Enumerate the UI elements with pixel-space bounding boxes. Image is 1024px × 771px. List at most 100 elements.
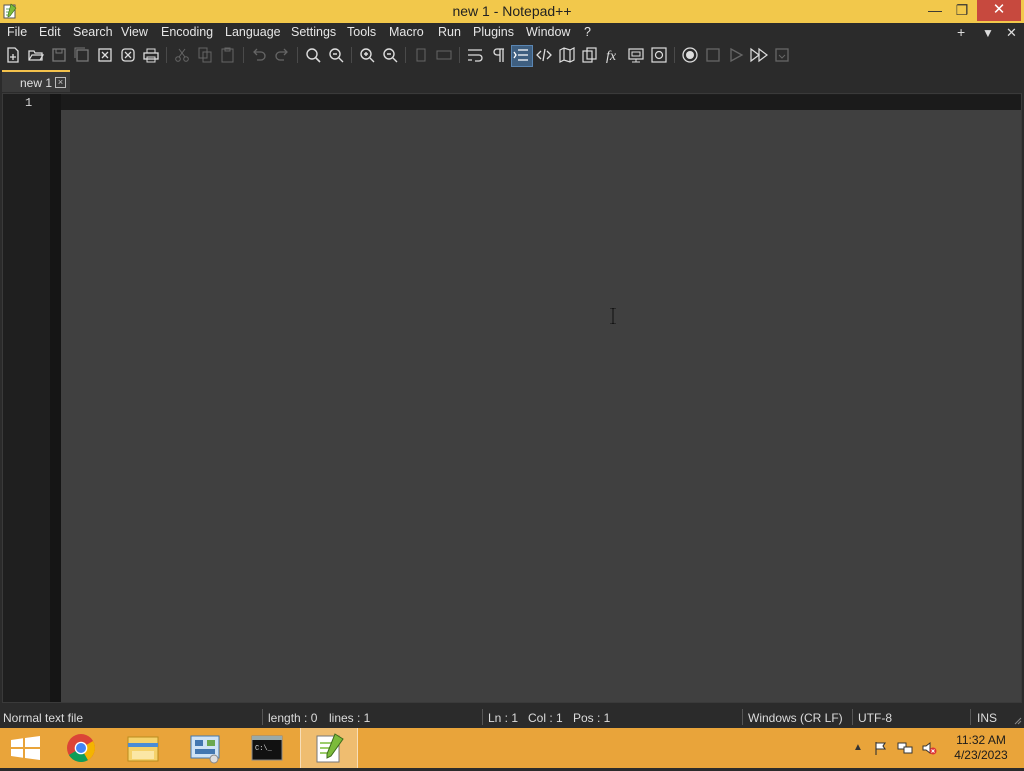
chrome-icon[interactable] (52, 728, 110, 768)
status-length: length : 0 (268, 711, 318, 725)
find-icon[interactable] (304, 46, 322, 64)
status-insert-mode[interactable]: INS (977, 711, 997, 725)
notepad-plus-plus-icon[interactable] (300, 728, 358, 768)
close-document-button[interactable]: ✕ (1006, 25, 1017, 41)
toolbar-separator (405, 47, 406, 63)
cut-icon[interactable] (173, 46, 191, 64)
menu-tools[interactable]: Tools (347, 25, 376, 39)
document-map-icon[interactable] (558, 46, 576, 64)
save-icon[interactable] (50, 46, 68, 64)
monitoring-icon[interactable] (650, 46, 668, 64)
status-lines: lines : 1 (329, 711, 371, 725)
menu-file[interactable]: File (7, 25, 27, 39)
menu-run[interactable]: Run (438, 25, 461, 39)
menu-view[interactable]: View (121, 25, 148, 39)
tab-new-1[interactable]: new 1 × (2, 70, 70, 92)
run-macro-multiple-icon[interactable] (750, 46, 768, 64)
status-position: Pos : 1 (573, 711, 611, 725)
tab-label: new 1 (20, 76, 53, 90)
show-all-characters-icon[interactable] (489, 46, 507, 64)
print-icon[interactable] (142, 46, 160, 64)
code-tag-icon[interactable] (535, 46, 553, 64)
toolbar-separator (351, 47, 352, 63)
close-icon[interactable] (96, 46, 114, 64)
control-panel-icon[interactable] (176, 728, 234, 768)
status-encoding[interactable]: UTF-8 (858, 711, 892, 725)
folder-as-workspace-icon[interactable] (627, 46, 645, 64)
clock[interactable]: 11:32 AM 4/23/2023 (950, 733, 1012, 763)
current-line-highlight[interactable] (61, 95, 1021, 111)
network-icon[interactable] (897, 740, 913, 756)
status-line: Ln : 1 (488, 711, 519, 725)
zoom-in-icon[interactable] (358, 46, 376, 64)
function-list-icon[interactable]: fx (604, 46, 622, 64)
status-column: Col : 1 (528, 711, 563, 725)
menu-window[interactable]: Window (526, 25, 570, 39)
play-macro-icon[interactable] (727, 46, 745, 64)
show-hidden-icons-icon[interactable]: ▲ (850, 740, 866, 756)
menu-language[interactable]: Language (225, 25, 281, 39)
paste-icon[interactable] (219, 46, 237, 64)
menu-settings[interactable]: Settings (291, 25, 336, 39)
toolbar-separator (674, 47, 675, 63)
svg-text:fx: fx (606, 49, 617, 64)
copy-icon[interactable] (196, 46, 214, 64)
volume-muted-icon[interactable] (921, 740, 937, 756)
new-file-icon[interactable] (4, 46, 22, 64)
file-explorer-icon[interactable] (114, 728, 172, 768)
save-all-icon[interactable] (73, 46, 91, 64)
sync-horizontal-icon[interactable] (435, 46, 453, 64)
toolbar-separator (459, 47, 460, 63)
status-divider (482, 709, 483, 725)
sync-vertical-icon[interactable] (412, 46, 430, 64)
toolbar: fx (0, 43, 1024, 67)
status-divider (262, 709, 263, 725)
menu-encoding[interactable]: Encoding (161, 25, 213, 39)
redo-icon[interactable] (273, 46, 291, 64)
indent-guide-icon[interactable] (511, 45, 533, 67)
action-center-flag-icon[interactable] (873, 740, 889, 756)
record-macro-icon[interactable] (681, 46, 699, 64)
save-macro-icon[interactable] (773, 46, 791, 64)
minimize-button[interactable]: — (921, 0, 949, 21)
toolbar-separator (297, 47, 298, 63)
status-divider (970, 709, 971, 725)
status-bar: Normal text file length : 0 lines : 1 Ln… (0, 706, 1024, 728)
editor: 1 (2, 93, 1022, 703)
tab-close-icon[interactable]: × (55, 77, 66, 88)
menu-macro[interactable]: Macro (389, 25, 424, 39)
svg-text:C:\_: C:\_ (255, 745, 273, 753)
command-prompt-icon[interactable]: C:\_ (238, 728, 296, 768)
clone-icon[interactable] (581, 46, 599, 64)
status-divider (852, 709, 853, 725)
toolbar-separator (166, 47, 167, 63)
resize-grip-icon[interactable] (1012, 714, 1022, 728)
restore-button[interactable]: ❐ (949, 0, 975, 21)
zoom-out-icon[interactable] (381, 46, 399, 64)
word-wrap-icon[interactable] (466, 46, 484, 64)
add-tab-button[interactable]: + (957, 24, 965, 40)
fold-margin[interactable] (50, 94, 61, 702)
clock-time: 11:32 AM (956, 733, 1006, 747)
replace-icon[interactable] (327, 46, 345, 64)
tab-bar: new 1 × (0, 69, 1024, 93)
line-number: 1 (25, 96, 33, 110)
close-button[interactable]: ✕ (977, 0, 1021, 21)
undo-icon[interactable] (250, 46, 268, 64)
menu-plugins[interactable]: Plugins (473, 25, 514, 39)
status-divider (742, 709, 743, 725)
text-cursor-icon (610, 307, 616, 325)
menu-bar: File Edit Search View Encoding Language … (0, 23, 1024, 43)
taskbar: C:\_ ▲ 11:32 AM 4/23/2023 (0, 728, 1024, 768)
menu-search[interactable]: Search (73, 25, 113, 39)
close-all-icon[interactable] (119, 46, 137, 64)
open-file-icon[interactable] (27, 46, 45, 64)
text-editing-area[interactable] (61, 110, 1021, 702)
tab-list-dropdown-button[interactable]: ▼ (982, 26, 994, 40)
toolbar-separator (243, 47, 244, 63)
stop-macro-icon[interactable] (704, 46, 722, 64)
start-icon[interactable] (0, 728, 50, 768)
status-eol[interactable]: Windows (CR LF) (748, 711, 843, 725)
menu-edit[interactable]: Edit (39, 25, 61, 39)
menu-help[interactable]: ? (584, 25, 591, 39)
